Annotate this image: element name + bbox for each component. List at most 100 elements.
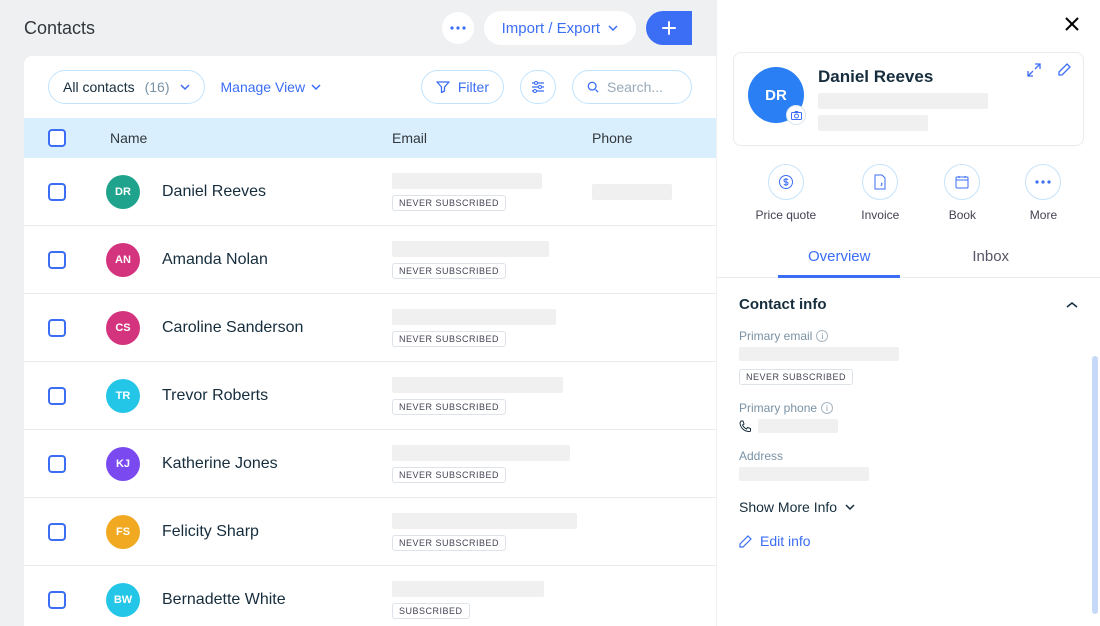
table-row[interactable]: FS Felicity Sharp NEVER SUBSCRIBED [24, 498, 716, 566]
table-row[interactable]: KJ Katherine Jones NEVER SUBSCRIBED [24, 430, 716, 498]
subscription-badge: NEVER SUBSCRIBED [392, 467, 506, 483]
table-row[interactable]: DR Daniel Reeves NEVER SUBSCRIBED [24, 158, 716, 226]
avatar: KJ [106, 447, 140, 481]
redacted-phone [818, 115, 928, 131]
redacted-email [392, 173, 542, 189]
avatar: BW [106, 583, 140, 617]
section-contact-info: Contact info [739, 296, 827, 313]
close-icon [1064, 16, 1080, 32]
row-checkbox[interactable] [48, 251, 66, 269]
close-panel-button[interactable] [1064, 16, 1080, 32]
row-name: Felicity Sharp [162, 523, 259, 541]
table-row[interactable]: AN Amanda Nolan NEVER SUBSCRIBED [24, 226, 716, 294]
show-more-button[interactable]: Show More Info [739, 499, 1078, 515]
invoice-label: Invoice [861, 208, 899, 222]
redacted-primary-email [739, 347, 899, 361]
info-icon[interactable]: i [816, 330, 828, 342]
redacted-phone [592, 184, 672, 200]
manage-view-button[interactable]: Manage View [221, 79, 322, 95]
book-button[interactable]: Book [944, 164, 980, 222]
info-icon[interactable]: i [821, 402, 833, 414]
row-name: Katherine Jones [162, 455, 278, 473]
edit-info-label: Edit info [760, 533, 811, 549]
table-header: Name Email Phone [24, 118, 716, 158]
chevron-down-icon [608, 25, 618, 31]
book-label: Book [949, 208, 976, 222]
more-actions-button[interactable]: More [1025, 164, 1061, 222]
more-icon [1035, 180, 1051, 184]
add-contact-button[interactable] [646, 11, 692, 45]
row-checkbox[interactable] [48, 523, 66, 541]
table-row[interactable]: BW Bernadette White SUBSCRIBED [24, 566, 716, 626]
row-checkbox[interactable] [48, 183, 66, 201]
avatar: DR [106, 175, 140, 209]
more-menu-button[interactable] [442, 12, 474, 44]
redacted-email [392, 581, 544, 597]
calendar-icon [954, 174, 970, 190]
row-name: Caroline Sanderson [162, 319, 303, 337]
label-address: Address [739, 449, 1078, 463]
avatar: FS [106, 515, 140, 549]
redacted-primary-phone [758, 419, 838, 433]
phone-icon [739, 420, 752, 433]
dollar-icon [778, 174, 794, 190]
label-primary-email: Primary emaili [739, 329, 1078, 343]
search-box[interactable] [572, 70, 692, 104]
redacted-email [392, 309, 556, 325]
row-checkbox[interactable] [48, 455, 66, 473]
row-checkbox[interactable] [48, 387, 66, 405]
pencil-icon [1057, 63, 1071, 77]
filter-button[interactable]: Filter [421, 70, 504, 104]
avatar: AN [106, 243, 140, 277]
col-name[interactable]: Name [92, 130, 392, 146]
row-checkbox[interactable] [48, 319, 66, 337]
show-more-label: Show More Info [739, 499, 837, 515]
select-all-checkbox[interactable] [48, 129, 66, 147]
row-name: Bernadette White [162, 591, 286, 609]
sliders-icon [531, 81, 545, 93]
contact-avatar[interactable]: DR [748, 67, 804, 123]
expand-icon [1027, 63, 1041, 77]
subscription-badge: NEVER SUBSCRIBED [392, 331, 506, 347]
row-name: Trevor Roberts [162, 387, 268, 405]
avatar: CS [106, 311, 140, 345]
table-row[interactable]: CS Caroline Sanderson NEVER SUBSCRIBED [24, 294, 716, 362]
row-name: Amanda Nolan [162, 251, 268, 269]
edit-info-button[interactable]: Edit info [739, 533, 1078, 549]
tab-inbox[interactable]: Inbox [962, 236, 1019, 277]
scrollbar[interactable] [1092, 356, 1098, 614]
table-row[interactable]: TR Trevor Roberts NEVER SUBSCRIBED [24, 362, 716, 430]
subscription-badge: NEVER SUBSCRIBED [392, 263, 506, 279]
upload-photo-button[interactable] [786, 105, 806, 125]
tab-overview[interactable]: Overview [798, 236, 881, 277]
chevron-down-icon [180, 84, 190, 90]
manage-view-label: Manage View [221, 79, 306, 95]
settings-button[interactable] [520, 70, 556, 104]
redacted-email [818, 93, 988, 109]
redacted-email [392, 377, 563, 393]
col-phone[interactable]: Phone [592, 130, 692, 146]
subscription-badge: NEVER SUBSCRIBED [392, 195, 506, 211]
pencil-icon [739, 535, 752, 548]
filter-label: Filter [458, 79, 489, 95]
invoice-icon [873, 174, 887, 190]
edit-card-button[interactable] [1057, 63, 1071, 77]
view-selector[interactable]: All contacts (16) [48, 70, 205, 104]
row-checkbox[interactable] [48, 591, 66, 609]
page-title: Contacts [24, 18, 95, 39]
price-quote-label: Price quote [756, 208, 817, 222]
expand-button[interactable] [1027, 63, 1041, 77]
subscription-badge: NEVER SUBSCRIBED [739, 369, 853, 385]
filter-icon [436, 80, 450, 94]
plus-icon [662, 21, 676, 35]
label-primary-phone: Primary phonei [739, 401, 1078, 415]
import-export-button[interactable]: Import / Export [484, 11, 636, 45]
camera-icon [791, 111, 802, 120]
search-input[interactable] [607, 79, 677, 95]
collapse-section-button[interactable] [1066, 301, 1078, 309]
invoice-button[interactable]: Invoice [861, 164, 899, 222]
import-export-label: Import / Export [502, 20, 600, 37]
col-email[interactable]: Email [392, 130, 592, 146]
row-name: Daniel Reeves [162, 183, 266, 201]
price-quote-button[interactable]: Price quote [756, 164, 817, 222]
